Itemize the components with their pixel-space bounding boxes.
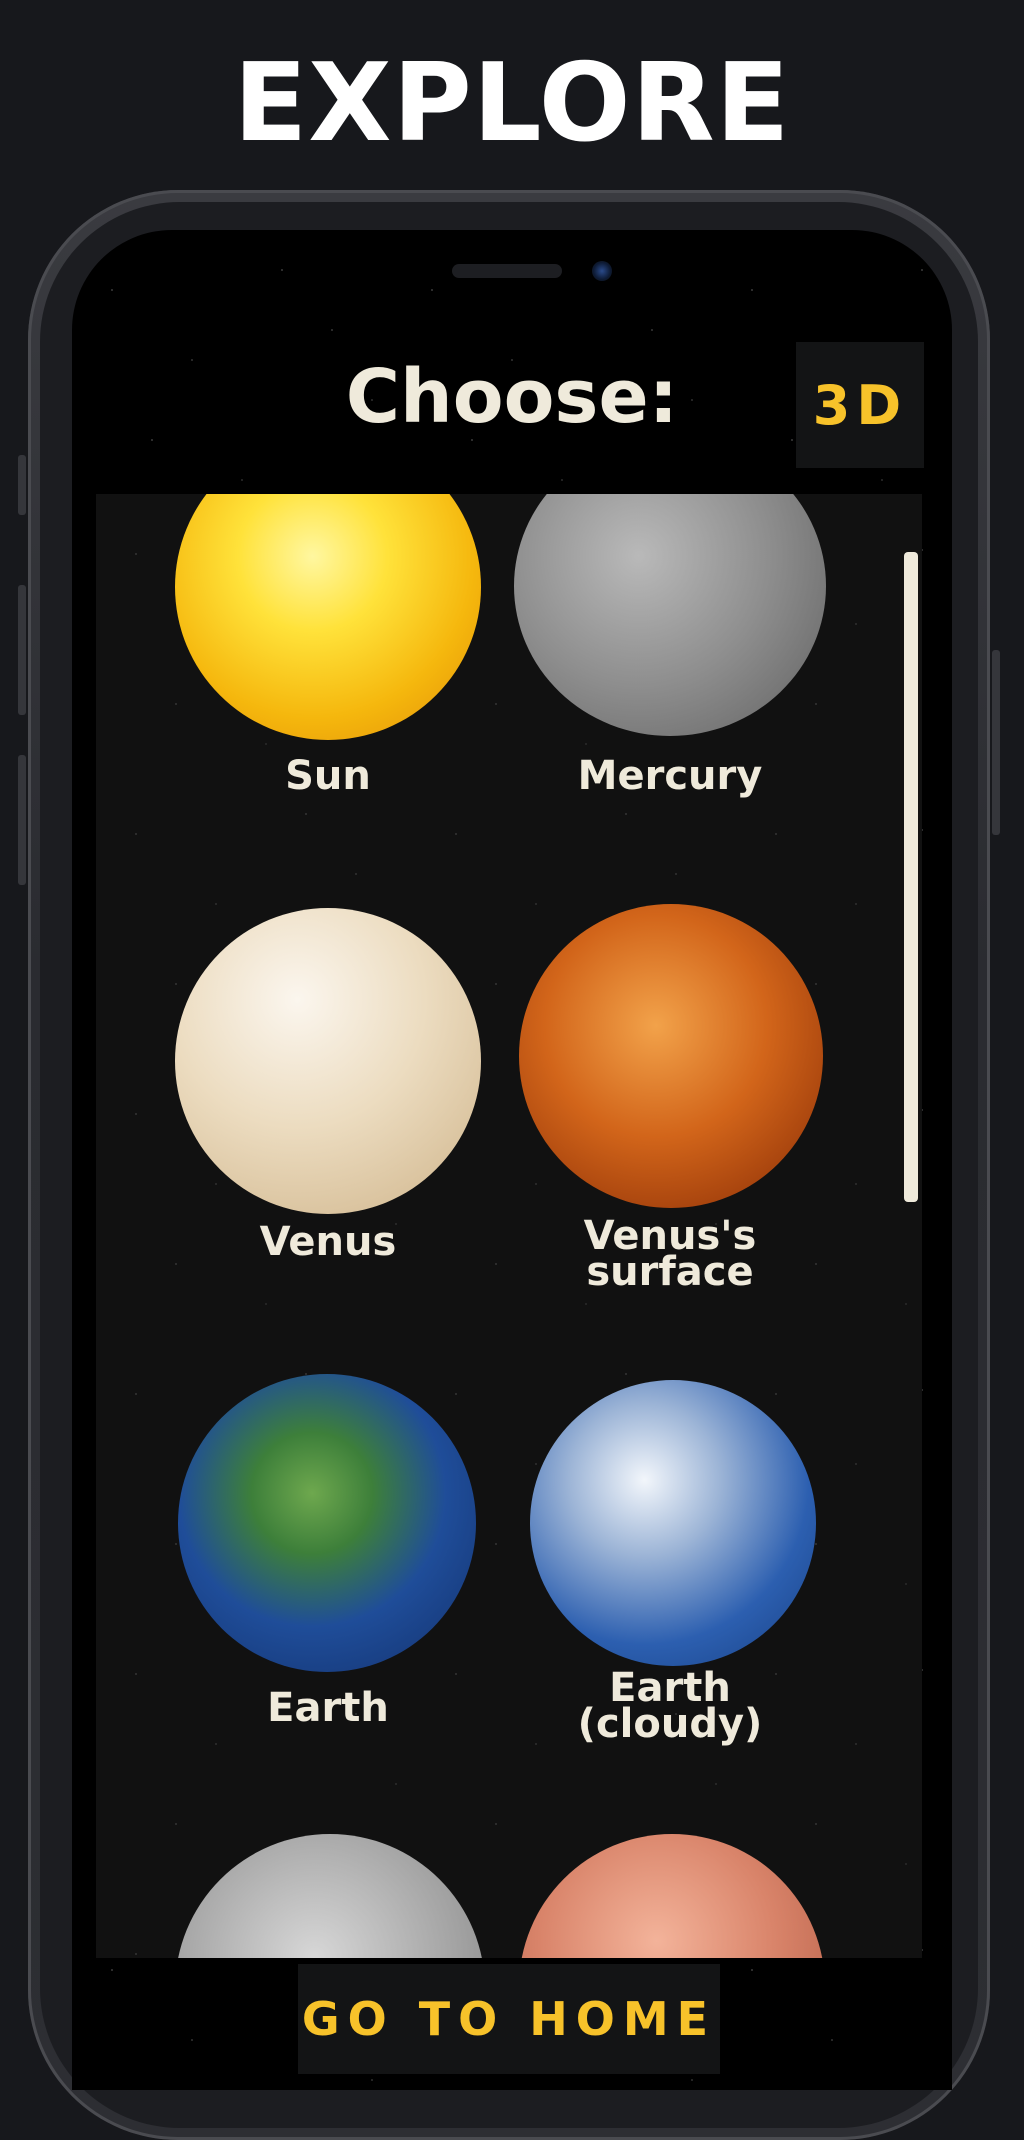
planet-label-venus: Venus [259,1219,397,1265]
side-button-right [992,650,1000,835]
planet-label-sun: Sun [285,753,371,799]
planet-grid[interactable]: Sun Mercury Venus Venus's surface Earth … [96,494,922,1958]
go-to-home-button[interactable]: GO TO HOME [298,1964,720,2074]
planet-item-venus[interactable] [158,908,498,1218]
mode-3d-button[interactable]: 3D [796,342,924,468]
camera-icon [592,261,612,281]
planet-item-sun[interactable] [158,494,498,774]
phone-screen: Choose: 3D Sun Mercury Venus Venus's sur… [72,230,952,2090]
planet-item-mercury[interactable] [500,494,840,774]
sun-image [175,494,481,740]
planet-label-earth: Earth [267,1685,389,1731]
planet-item-mars[interactable] [500,1834,840,1958]
side-button-left-1 [18,455,26,515]
side-button-left-2 [18,585,26,715]
page-title: EXPLORE [233,41,791,166]
planet-label-mercury: Mercury [577,753,763,799]
speaker-grille [452,264,562,278]
planet-item-earth[interactable] [158,1374,498,1684]
planet-label-earth-cloudy: Earth (cloudy) [577,1665,763,1747]
venus-image [175,908,481,1214]
side-button-left-3 [18,755,26,885]
moon-image [175,1834,485,1958]
mercury-image [514,494,826,736]
mars-image [519,1834,825,1958]
earth-image [178,1374,476,1672]
planet-item-venus-surface[interactable] [500,904,840,1214]
planet-item-earth-cloudy[interactable] [500,1380,840,1680]
scrollbar[interactable] [904,552,918,1202]
planet-item-moon[interactable] [158,1834,498,1958]
venus-surface-image [519,904,823,1208]
earth-cloudy-image [530,1380,816,1666]
planet-label-venus-surface: Venus's surface [583,1213,757,1295]
